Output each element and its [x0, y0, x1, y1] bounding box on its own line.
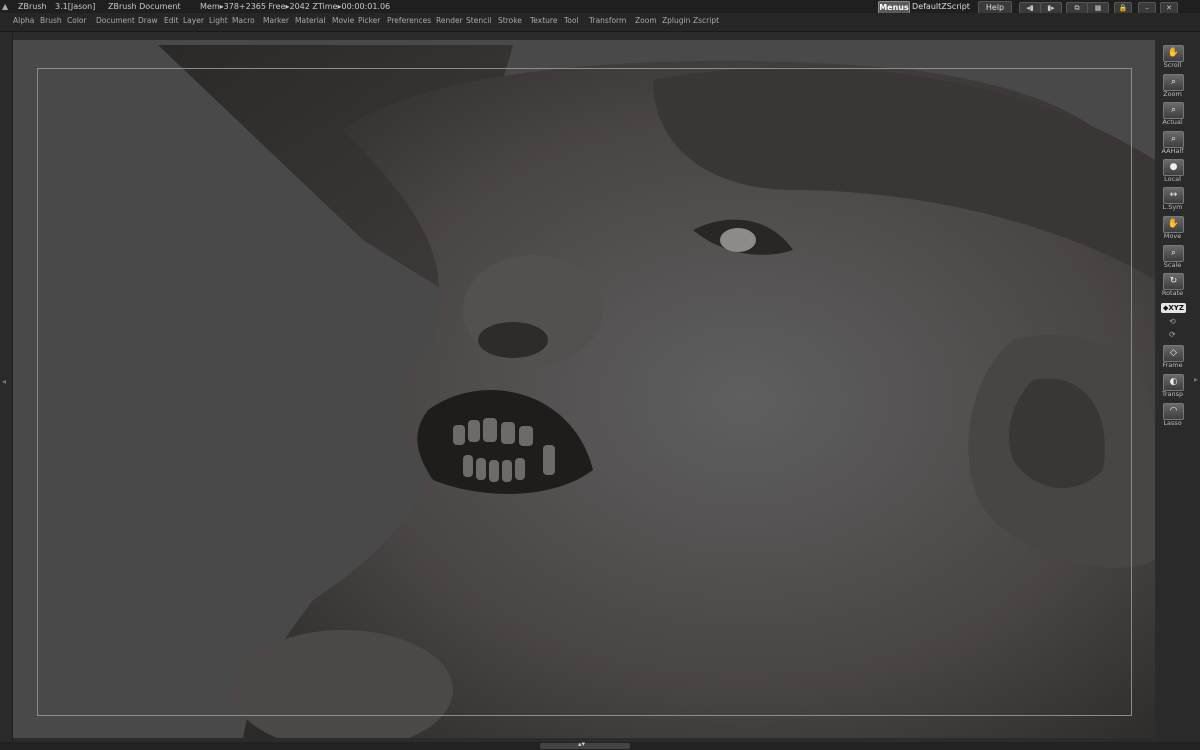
magnifier-icon: ⌕ — [1163, 102, 1184, 119]
zoom-button[interactable]: ⌕ Zoom — [1160, 73, 1185, 99]
xyz-toggle-button[interactable]: ◆XYZ — [1161, 303, 1186, 313]
lasso-button[interactable]: ◠ Lasso — [1160, 402, 1185, 428]
transp-button[interactable]: ◐ Transp — [1160, 373, 1185, 399]
lsym-button[interactable]: ↔ L.Sym — [1160, 186, 1185, 212]
menu-zscript[interactable]: Zscript — [693, 16, 719, 25]
rotate-icon: ↻ — [1163, 273, 1184, 290]
rotate-z-icon[interactable]: ⟳ — [1169, 330, 1176, 339]
menu-zoom[interactable]: Zoom — [635, 16, 657, 25]
menu-marker[interactable]: Marker — [263, 16, 289, 25]
menu-alpha[interactable]: Alpha — [13, 16, 34, 25]
menu-zplugin[interactable]: Zplugin — [662, 16, 690, 25]
menu-edit[interactable]: Edit — [164, 16, 179, 25]
main-menu-bar: Alpha Brush Color Document Draw Edit Lay… — [0, 13, 1200, 32]
hand-icon: ✋ — [1163, 216, 1184, 233]
default-zscript-button[interactable]: DefaultZScript — [910, 1, 972, 13]
menu-tool[interactable]: Tool — [564, 16, 579, 25]
menu-stencil[interactable]: Stencil — [466, 16, 491, 25]
move-button[interactable]: ✋ Move — [1160, 215, 1185, 241]
sphere-icon: ● — [1163, 159, 1184, 176]
rotate-y-icon[interactable]: ⟲ — [1169, 317, 1176, 326]
menu-material[interactable]: Material — [295, 16, 325, 25]
menu-document[interactable]: Document — [96, 16, 135, 25]
menu-transform[interactable]: Transform — [589, 16, 626, 25]
cube-icon: ◇ — [1163, 345, 1184, 362]
left-tray-arrow-icon[interactable]: ◂ — [2, 377, 6, 386]
menu-picker[interactable]: Picker — [358, 16, 380, 25]
menu-render[interactable]: Render — [436, 16, 463, 25]
menu-draw[interactable]: Draw — [138, 16, 158, 25]
document-canvas[interactable] — [13, 40, 1155, 738]
lasso-icon: ◠ — [1163, 403, 1184, 420]
transparency-icon: ◐ — [1163, 374, 1184, 391]
magnifier-icon: ⌕ — [1163, 74, 1184, 91]
hand-icon: ✋ — [1163, 45, 1184, 62]
menu-layer[interactable]: Layer — [183, 16, 204, 25]
local-button[interactable]: ● Local — [1160, 158, 1185, 184]
right-tray-arrow-icon[interactable]: ▸ — [1194, 375, 1200, 384]
scroll-button[interactable]: ✋ Scroll — [1160, 44, 1185, 70]
right-tray: ✋ Scroll ⌕ Zoom ⌕ Actual ⌕ AAHalf ● Loca… — [1158, 32, 1200, 742]
magnifier-icon: ⌕ — [1163, 131, 1184, 148]
bottom-tray: ▴▾ — [0, 740, 1200, 750]
menu-brush[interactable]: Brush — [40, 16, 62, 25]
sculpted-head-model — [158, 45, 1155, 738]
actual-button[interactable]: ⌕ Actual — [1160, 101, 1185, 127]
menu-light[interactable]: Light — [209, 16, 228, 25]
symmetry-icon: ↔ — [1163, 187, 1184, 204]
menu-texture[interactable]: Texture — [530, 16, 557, 25]
menu-stroke[interactable]: Stroke — [498, 16, 522, 25]
aahalf-button[interactable]: ⌕ AAHalf — [1160, 130, 1185, 156]
menu-movie[interactable]: Movie — [332, 16, 354, 25]
rotate-button[interactable]: ↻ Rotate — [1160, 272, 1185, 298]
menu-macro[interactable]: Macro — [232, 16, 255, 25]
magnifier-icon: ⌕ — [1163, 245, 1184, 262]
bottom-tray-arrow-icon[interactable]: ▴▾ — [578, 740, 585, 748]
menu-color[interactable]: Color — [67, 16, 87, 25]
frame-button[interactable]: ◇ Frame — [1160, 344, 1185, 370]
left-tray[interactable]: ◂ — [0, 32, 13, 742]
scale-button[interactable]: ⌕ Scale — [1160, 244, 1185, 270]
menu-preferences[interactable]: Preferences — [387, 16, 431, 25]
